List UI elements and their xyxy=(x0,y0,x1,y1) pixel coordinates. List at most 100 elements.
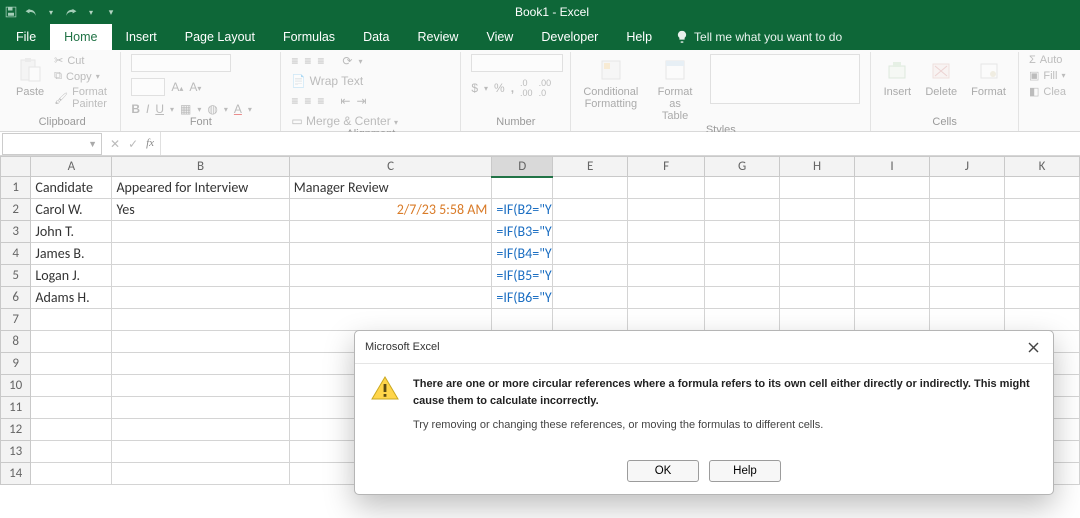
row-header-3[interactable]: 3 xyxy=(1,221,31,243)
cell-E5[interactable] xyxy=(553,265,628,287)
align-middle-icon[interactable]: ≡ xyxy=(304,54,311,68)
wrap-text-button[interactable]: 📄 Wrap Text xyxy=(291,74,363,88)
cell-B10[interactable] xyxy=(112,375,289,397)
row-header-14[interactable]: 14 xyxy=(1,463,31,485)
cell-A3[interactable]: John T. xyxy=(31,221,112,243)
column-header-B[interactable]: B xyxy=(112,157,289,177)
cell-K7[interactable] xyxy=(1004,309,1079,331)
cell-C4[interactable] xyxy=(289,243,492,265)
orientation-icon[interactable]: ⟳ xyxy=(342,54,352,68)
row-header-6[interactable]: 6 xyxy=(1,287,31,309)
cell-J3[interactable] xyxy=(930,221,1005,243)
cell-B12[interactable] xyxy=(112,419,289,441)
cell-F1[interactable] xyxy=(628,177,705,199)
format-cells-button[interactable]: Format xyxy=(969,54,1008,100)
cell-C1[interactable]: Manager Review xyxy=(289,177,492,199)
cell-A13[interactable] xyxy=(31,441,112,463)
column-header-F[interactable]: F xyxy=(628,157,705,177)
row-header-8[interactable]: 8 xyxy=(1,331,31,353)
delete-cells-button[interactable]: Delete xyxy=(923,54,959,100)
tab-help[interactable]: Help xyxy=(612,24,666,50)
insert-cells-button[interactable]: Insert xyxy=(881,54,913,100)
format-painter-button[interactable]: 🖌Format Painter xyxy=(54,86,110,110)
autosum-button[interactable]: ΣAuto xyxy=(1029,54,1066,66)
row-header-7[interactable]: 7 xyxy=(1,309,31,331)
column-header-G[interactable]: G xyxy=(705,157,780,177)
decrease-decimal-icon[interactable]: .00.0 xyxy=(539,78,552,98)
cell-A9[interactable] xyxy=(31,353,112,375)
cell-I6[interactable] xyxy=(855,287,930,309)
redo-menu-icon[interactable]: ▾ xyxy=(84,5,98,19)
column-header-K[interactable]: K xyxy=(1004,157,1079,177)
cell-C3[interactable] xyxy=(289,221,492,243)
cell-I4[interactable] xyxy=(855,243,930,265)
align-top-icon[interactable]: ≡ xyxy=(291,54,298,68)
cell-A4[interactable]: James B. xyxy=(31,243,112,265)
redo-icon[interactable] xyxy=(64,5,78,19)
cell-D4[interactable]: =IF(B4="YES",IF(C4="",NOW(),C4),"") xyxy=(492,243,553,265)
cell-A5[interactable]: Logan J. xyxy=(31,265,112,287)
cell-H2[interactable] xyxy=(780,199,855,221)
align-left-icon[interactable]: ≡ xyxy=(291,94,298,108)
comma-button[interactable]: , xyxy=(511,81,514,95)
increase-font-icon[interactable]: A▴ xyxy=(171,80,183,94)
italic-button[interactable]: I xyxy=(146,102,149,116)
formula-input[interactable] xyxy=(160,132,1080,155)
cell-E6[interactable] xyxy=(553,287,628,309)
cell-J4[interactable] xyxy=(930,243,1005,265)
dialog-close-button[interactable] xyxy=(1023,337,1043,357)
cell-A11[interactable] xyxy=(31,397,112,419)
indent-decrease-icon[interactable]: ⇤ xyxy=(340,94,350,108)
cell-B9[interactable] xyxy=(112,353,289,375)
cell-C6[interactable] xyxy=(289,287,492,309)
cell-A1[interactable]: Candidate xyxy=(31,177,112,199)
column-header-A[interactable]: A xyxy=(31,157,112,177)
cell-H3[interactable] xyxy=(780,221,855,243)
tell-me-search[interactable]: Tell me what you want to do xyxy=(666,30,852,44)
cell-F7[interactable] xyxy=(628,309,705,331)
cell-K3[interactable] xyxy=(1004,221,1079,243)
row-header-5[interactable]: 5 xyxy=(1,265,31,287)
borders-icon[interactable]: ▦ xyxy=(180,102,191,116)
cell-B11[interactable] xyxy=(112,397,289,419)
cell-B13[interactable] xyxy=(112,441,289,463)
cancel-formula-icon[interactable]: ✕ xyxy=(110,137,120,151)
cell-G7[interactable] xyxy=(705,309,780,331)
column-header-I[interactable]: I xyxy=(855,157,930,177)
cell-F5[interactable] xyxy=(628,265,705,287)
cell-B3[interactable] xyxy=(112,221,289,243)
cell-B6[interactable] xyxy=(112,287,289,309)
cell-J7[interactable] xyxy=(930,309,1005,331)
cell-A6[interactable]: Adams H. xyxy=(31,287,112,309)
cell-J5[interactable] xyxy=(930,265,1005,287)
cell-J1[interactable] xyxy=(930,177,1005,199)
cell-B1[interactable]: Appeared for Interview xyxy=(112,177,289,199)
dialog-help-button[interactable]: Help xyxy=(709,460,781,482)
conditional-formatting-button[interactable]: Conditional Formatting xyxy=(581,54,640,112)
cell-C7[interactable] xyxy=(289,309,492,331)
row-header-10[interactable]: 10 xyxy=(1,375,31,397)
paste-button[interactable]: Paste xyxy=(14,54,46,100)
column-header-J[interactable]: J xyxy=(930,157,1005,177)
cell-A7[interactable] xyxy=(31,309,112,331)
cell-E7[interactable] xyxy=(553,309,628,331)
cell-B7[interactable] xyxy=(112,309,289,331)
cell-K6[interactable] xyxy=(1004,287,1079,309)
tab-formulas[interactable]: Formulas xyxy=(269,24,349,50)
tab-home[interactable]: Home xyxy=(50,24,111,50)
tab-review[interactable]: Review xyxy=(403,24,472,50)
cell-B4[interactable] xyxy=(112,243,289,265)
cell-G5[interactable] xyxy=(705,265,780,287)
cell-K1[interactable] xyxy=(1004,177,1079,199)
tab-developer[interactable]: Developer xyxy=(527,24,612,50)
cell-I7[interactable] xyxy=(855,309,930,331)
cut-button[interactable]: ✂Cut xyxy=(54,54,110,67)
cell-F3[interactable] xyxy=(628,221,705,243)
cell-B2[interactable]: Yes xyxy=(112,199,289,221)
cell-G3[interactable] xyxy=(705,221,780,243)
column-header-H[interactable]: H xyxy=(780,157,855,177)
cell-J2[interactable] xyxy=(930,199,1005,221)
column-header-E[interactable]: E xyxy=(553,157,628,177)
cell-F6[interactable] xyxy=(628,287,705,309)
clear-button[interactable]: ◧Clea xyxy=(1029,85,1066,98)
